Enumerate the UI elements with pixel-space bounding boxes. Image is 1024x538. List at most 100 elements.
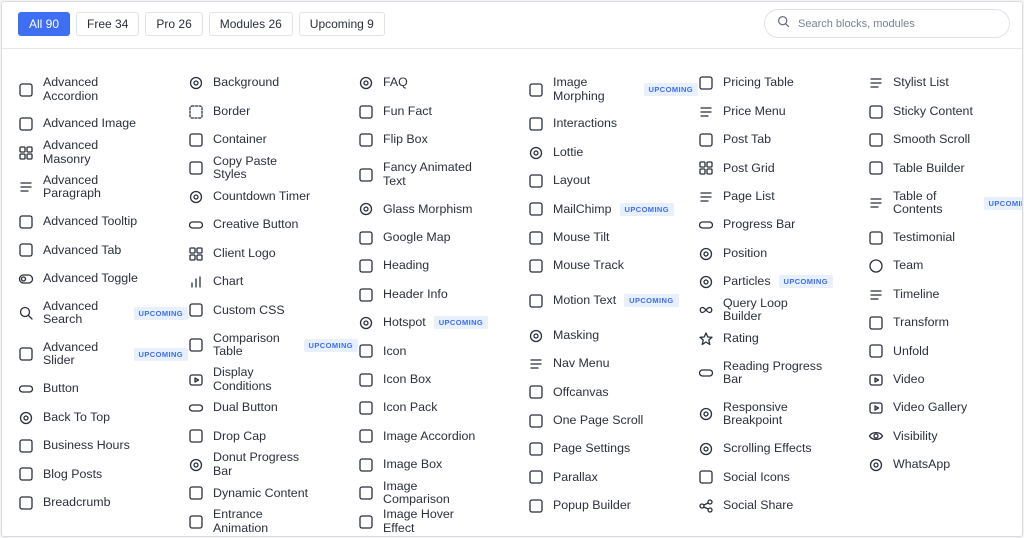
block-item-hotspot[interactable]: Hotspot UPCOMING (358, 309, 528, 337)
block-item-advanced-masonry[interactable]: Advanced Masonry (18, 138, 188, 166)
block-item-container[interactable]: Container (188, 126, 358, 154)
block-item-glass-morphism[interactable]: Glass Morphism (358, 195, 528, 223)
block-item-background[interactable]: Background (188, 69, 358, 97)
block-item-creative-button[interactable]: Creative Button (188, 211, 358, 239)
block-item-google-map[interactable]: Google Map (358, 224, 528, 252)
tab-free[interactable]: Free 34 (76, 12, 140, 36)
block-item-border[interactable]: Border (188, 97, 358, 125)
block-item-lottie[interactable]: Lottie (528, 138, 698, 166)
block-item-progress-bar[interactable]: Progress Bar (698, 211, 868, 239)
block-item-heading[interactable]: Heading (358, 252, 528, 280)
block-item-advanced-tab[interactable]: Advanced Tab (18, 236, 188, 264)
block-item-reading-progress-bar[interactable]: Reading Progress Bar (698, 353, 868, 394)
block-item-image-morphing[interactable]: Image Morphing UPCOMING (528, 69, 698, 110)
block-item-popup-builder[interactable]: Popup Builder (528, 492, 698, 520)
block-item-visibility[interactable]: Visibility (868, 422, 1022, 450)
block-item-mouse-tilt[interactable]: Mouse Tilt (528, 224, 698, 252)
block-item-custom-css[interactable]: Custom CSS (188, 296, 358, 324)
block-item-advanced-search[interactable]: Advanced Search UPCOMING (18, 293, 188, 334)
block-item-position[interactable]: Position (698, 239, 868, 267)
block-item-advanced-tooltip[interactable]: Advanced Tooltip (18, 208, 188, 236)
block-item-faq[interactable]: FAQ (358, 69, 528, 97)
block-item-business-hours[interactable]: Business Hours (18, 432, 188, 460)
block-item-responsive-breakpoint[interactable]: Responsive Breakpoint (698, 394, 868, 435)
block-item-mouse-track[interactable]: Mouse Track (528, 252, 698, 280)
block-item-image-box[interactable]: Image Box (358, 451, 528, 479)
block-item-unfold[interactable]: Unfold (868, 337, 1022, 365)
block-item-testimonial[interactable]: Testimonial (868, 224, 1022, 252)
block-item-interactions[interactable]: Interactions (528, 110, 698, 138)
block-item-back-to-top[interactable]: Back To Top (18, 403, 188, 431)
block-item-post-grid[interactable]: Post Grid (698, 154, 868, 182)
block-item-rating[interactable]: Rating (698, 325, 868, 353)
tab-upcoming[interactable]: Upcoming 9 (298, 12, 385, 36)
block-item-entrance-animation[interactable]: Entrance Animation (188, 507, 358, 535)
block-item-masking[interactable]: Masking (528, 321, 698, 349)
block-item-advanced-slider[interactable]: Advanced Slider UPCOMING (18, 334, 188, 375)
block-item-page-list[interactable]: Page List (698, 183, 868, 211)
block-item-advanced-accordion[interactable]: Advanced Accordion (18, 69, 188, 110)
block-item-whatsapp[interactable]: WhatsApp (868, 451, 1022, 479)
block-item-parallax[interactable]: Parallax (528, 463, 698, 491)
block-item-donut-progress-bar[interactable]: Donut Progress Bar (188, 451, 358, 479)
block-item-dynamic-content[interactable]: Dynamic Content (188, 479, 358, 507)
block-item-dual-button[interactable]: Dual Button (188, 394, 358, 422)
block-item-social-icons[interactable]: Social Icons (698, 463, 868, 491)
block-item-drop-cap[interactable]: Drop Cap (188, 422, 358, 450)
block-item-stylist-list[interactable]: Stylist List (868, 69, 1022, 97)
block-item-breadcrumb[interactable]: Breadcrumb (18, 489, 188, 517)
block-item-icon-box[interactable]: Icon Box (358, 366, 528, 394)
block-item-social-share[interactable]: Social Share (698, 492, 868, 520)
block-item-advanced-paragraph[interactable]: Advanced Paragraph (18, 167, 188, 208)
block-item-particles[interactable]: Particles UPCOMING (698, 268, 868, 296)
search-input[interactable] (798, 17, 988, 30)
block-item-image-comparison[interactable]: Image Comparison (358, 479, 528, 507)
block-item-advanced-toggle[interactable]: Advanced Toggle (18, 265, 188, 293)
block-item-header-info[interactable]: Header Info (358, 280, 528, 308)
block-item-page-settings[interactable]: Page Settings (528, 435, 698, 463)
block-item-post-tab[interactable]: Post Tab (698, 126, 868, 154)
block-item-icon[interactable]: Icon (358, 337, 528, 365)
block-item-video-gallery[interactable]: Video Gallery (868, 394, 1022, 422)
block-item-chart[interactable]: Chart (188, 268, 358, 296)
block-item-mailchimp[interactable]: MailChimp UPCOMING (528, 195, 698, 223)
block-item-advanced-image[interactable]: Advanced Image (18, 110, 188, 138)
block-item-price-menu[interactable]: Price Menu (698, 97, 868, 125)
block-item-label: Sticky Content (893, 103, 973, 118)
block-item-nav-menu[interactable]: Nav Menu (528, 350, 698, 378)
block-item-video[interactable]: Video (868, 366, 1022, 394)
block-item-motion-text[interactable]: Motion Text UPCOMING (528, 280, 698, 321)
block-item-transform[interactable]: Transform (868, 309, 1022, 337)
block-item-display-conditions[interactable]: Display Conditions (188, 365, 358, 394)
block-item-flip-box[interactable]: Flip Box (358, 126, 528, 154)
block-item-fancy-animated-text[interactable]: Fancy Animated Text (358, 154, 528, 195)
tab-modules[interactable]: Modules 26 (208, 12, 293, 36)
block-item-comparison-table[interactable]: Comparison Table UPCOMING (188, 325, 358, 366)
block-item-smooth-scroll[interactable]: Smooth Scroll (868, 126, 1022, 154)
block-item-table-builder[interactable]: Table Builder (868, 154, 1022, 182)
block-item-client-logo[interactable]: Client Logo (188, 239, 358, 267)
block-item-sticky-content[interactable]: Sticky Content (868, 97, 1022, 125)
block-item-icon-pack[interactable]: Icon Pack (358, 394, 528, 422)
display-conditions-icon (188, 372, 204, 388)
block-item-query-loop-builder[interactable]: Query Loop Builder (698, 296, 868, 324)
block-item-blog-posts[interactable]: Blog Posts (18, 460, 188, 488)
svg-icon (358, 400, 374, 416)
block-item-image-hover-effect[interactable]: Image Hover Effect (358, 507, 528, 535)
tab-all[interactable]: All 90 (18, 12, 71, 36)
block-item-team[interactable]: Team (868, 252, 1022, 280)
block-item-scrolling-effects[interactable]: Scrolling Effects (698, 435, 868, 463)
block-item-copy-paste-styles[interactable]: Copy Paste Styles (188, 154, 358, 182)
tab-pro[interactable]: Pro 26 (145, 12, 203, 36)
block-item-offcanvas[interactable]: Offcanvas (528, 378, 698, 406)
block-item-image-accordion[interactable]: Image Accordion (358, 422, 528, 450)
block-item-button[interactable]: Button (18, 375, 188, 403)
block-item-timeline[interactable]: Timeline (868, 280, 1022, 308)
block-item-pricing-table[interactable]: Pricing Table (698, 69, 868, 97)
block-item-label: Testimonial (893, 230, 955, 244)
block-item-one-page-scroll[interactable]: One Page Scroll (528, 407, 698, 435)
block-item-countdown-timer[interactable]: Countdown Timer (188, 183, 358, 211)
block-item-fun-fact[interactable]: Fun Fact (358, 97, 528, 125)
block-item-table-of-contents[interactable]: Table of Contents UPCOMING (868, 183, 1022, 224)
block-item-layout[interactable]: Layout (528, 167, 698, 195)
